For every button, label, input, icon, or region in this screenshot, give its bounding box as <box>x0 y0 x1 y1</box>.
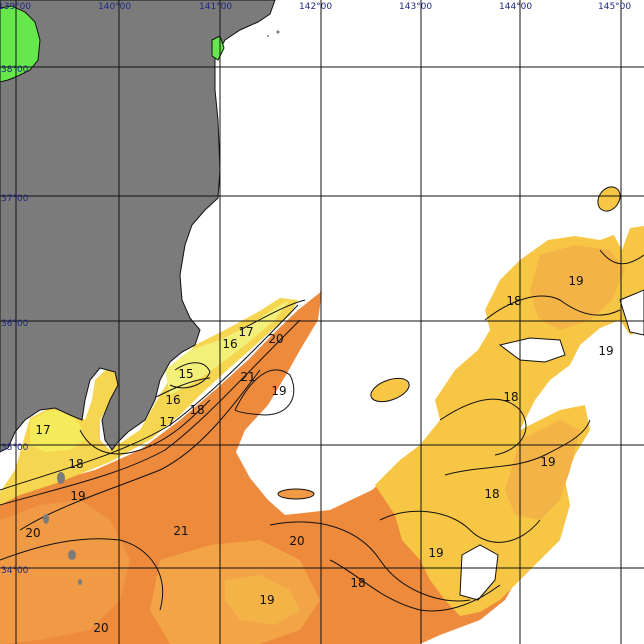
longitude-label: 142°00 <box>299 2 332 12</box>
isotherm-label: 19 <box>540 455 555 469</box>
island-4 <box>78 579 82 585</box>
isotherm-label: 19 <box>259 593 274 607</box>
isotherm-label: 18 <box>506 294 521 308</box>
isotherm-label: 18 <box>350 576 365 590</box>
warm-blob-south-tiny <box>277 488 315 500</box>
isotherm-label: 19 <box>70 489 85 503</box>
longitude-label: 140°00 <box>98 2 131 12</box>
latitude-label: 37°00 <box>1 194 29 204</box>
latitude-label: 34°00 <box>1 566 29 576</box>
island-6 <box>267 35 269 37</box>
longitude-label: 145°00 <box>598 2 631 12</box>
isotherm-label: 21 <box>240 370 255 384</box>
latitude-label: 38°00 <box>1 65 29 75</box>
island-3 <box>68 550 76 560</box>
isotherm-label: 18 <box>503 390 518 404</box>
sea-surface-temperature-map: 139°00 140°00 141°00 142°00 143°00 144°00 145°… <box>0 0 644 644</box>
longitude-label: 139°00 <box>0 2 31 12</box>
longitude-label: 141°00 <box>199 2 232 12</box>
latitude-label: 35°00 <box>1 443 29 453</box>
isotherm-label: 19 <box>271 384 286 398</box>
isotherm-label: 19 <box>428 546 443 560</box>
latitude-label: 36°00 <box>1 319 29 329</box>
island-2 <box>43 514 49 524</box>
isotherm-label: 15 <box>178 367 193 381</box>
isotherm-label: 16 <box>165 393 180 407</box>
island-1 <box>57 472 65 484</box>
island-5 <box>276 30 280 34</box>
isotherm-label: 20 <box>93 621 108 635</box>
isotherm-label: 20 <box>268 332 283 346</box>
isotherm-label: 17 <box>238 325 253 339</box>
isotherm-label: 19 <box>568 274 583 288</box>
isotherm-label: 20 <box>25 526 40 540</box>
isotherm-label: 19 <box>598 344 613 358</box>
isotherm-label: 17 <box>35 423 50 437</box>
isotherm-label: 17 <box>159 415 174 429</box>
isotherm-label: 21 <box>173 524 188 538</box>
isotherm-label: 18 <box>484 487 499 501</box>
longitude-label: 143°00 <box>399 2 432 12</box>
isotherm-label: 18 <box>189 403 204 417</box>
isotherm-label: 16 <box>222 337 237 351</box>
map-canvas: 139°00 140°00 141°00 142°00 143°00 144°00 145°… <box>0 0 644 644</box>
longitude-label: 144°00 <box>499 2 532 12</box>
isotherm-label: 20 <box>289 534 304 548</box>
isotherm-label: 18 <box>68 457 83 471</box>
